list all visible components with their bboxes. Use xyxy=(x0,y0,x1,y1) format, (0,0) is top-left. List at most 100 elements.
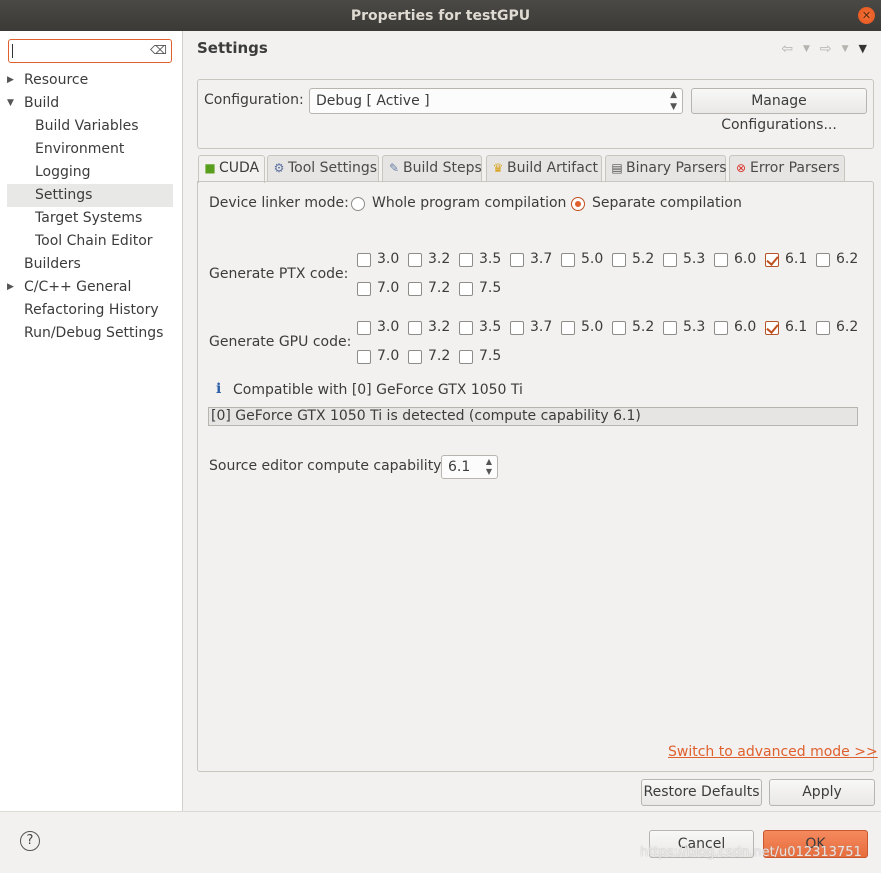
tree-item-build[interactable]: ▼ Build xyxy=(0,92,183,115)
ptx-version-label[interactable]: 3.5 xyxy=(479,251,501,267)
tree-item-label: Tool Chain Editor xyxy=(35,233,153,249)
collapse-arrow-icon[interactable]: ▼ xyxy=(7,92,14,115)
gpu-version-label[interactable]: 3.2 xyxy=(428,319,450,335)
separate-compilation-label[interactable]: Separate compilation xyxy=(592,195,742,211)
gpu-checkbox-3-7[interactable] xyxy=(510,321,524,335)
gpu-checkbox-7-0[interactable] xyxy=(357,350,371,364)
whole-program-label[interactable]: Whole program compilation xyxy=(372,195,566,211)
tree-item-label: Resource xyxy=(24,72,89,88)
ptx-checkbox-7-0[interactable] xyxy=(357,282,371,296)
tree-item-label: Build xyxy=(24,95,60,111)
ptx-checkbox-3-7[interactable] xyxy=(510,253,524,267)
tree-item-tool-chain-editor[interactable]: Tool Chain Editor xyxy=(0,230,183,253)
forward-arrow-icon[interactable]: ⇨ xyxy=(820,41,832,57)
separate-compilation-radio[interactable] xyxy=(571,197,585,211)
back-dropdown-icon[interactable]: ▼ xyxy=(803,41,810,57)
ptx-version-label[interactable]: 5.0 xyxy=(581,251,603,267)
expand-arrow-icon[interactable]: ▶ xyxy=(7,69,14,92)
gpu-checkbox-3-0[interactable] xyxy=(357,321,371,335)
ptx-checkbox-7-2[interactable] xyxy=(408,282,422,296)
gpu-version-label[interactable]: 6.2 xyxy=(836,319,858,335)
gpu-version-label[interactable]: 5.2 xyxy=(632,319,654,335)
ptx-checkbox-3-2[interactable] xyxy=(408,253,422,267)
history-nav: ⇦ ▼ ⇨ ▼ ▼ xyxy=(781,41,867,57)
tab-cuda[interactable]: ■ CUDA xyxy=(198,155,265,183)
ptx-version-label[interactable]: 7.2 xyxy=(428,280,450,296)
tab-error-parsers[interactable]: ⊗ Error Parsers xyxy=(729,155,845,181)
gpu-version-label[interactable]: 6.0 xyxy=(734,319,756,335)
tree-item-cpp-general[interactable]: ▶ C/C++ General xyxy=(0,276,183,299)
tree-item-target-systems[interactable]: Target Systems xyxy=(0,207,183,230)
ptx-checkbox-3-0[interactable] xyxy=(357,253,371,267)
gpu-checkbox-5-0[interactable] xyxy=(561,321,575,335)
back-arrow-icon[interactable]: ⇦ xyxy=(781,41,793,57)
gpu-checkbox-3-5[interactable] xyxy=(459,321,473,335)
close-icon[interactable]: ✕ xyxy=(858,7,875,24)
filter-input[interactable]: ⌫ xyxy=(8,39,172,63)
tree-item-run-debug-settings[interactable]: Run/Debug Settings xyxy=(0,322,183,345)
help-icon[interactable]: ? xyxy=(20,831,40,851)
gpu-checkbox-7-2[interactable] xyxy=(408,350,422,364)
tab-label: Tool Settings xyxy=(288,160,378,176)
tree-item-environment[interactable]: Environment xyxy=(0,138,183,161)
gpu-checkbox-7-5[interactable] xyxy=(459,350,473,364)
view-menu-icon[interactable]: ▼ xyxy=(859,41,867,57)
gpu-checkbox-5-3[interactable] xyxy=(663,321,677,335)
ptx-version-label[interactable]: 7.0 xyxy=(377,280,399,296)
ptx-version-label[interactable]: 6.2 xyxy=(836,251,858,267)
tree-item-refactoring-history[interactable]: Refactoring History xyxy=(0,299,183,322)
gpu-version-label[interactable]: 6.1 xyxy=(785,319,807,335)
ptx-version-label[interactable]: 3.2 xyxy=(428,251,450,267)
manage-configurations-button[interactable]: Manage Configurations... xyxy=(691,88,867,133)
ptx-version-label[interactable]: 5.3 xyxy=(683,251,705,267)
ptx-checkbox-3-5[interactable] xyxy=(459,253,473,267)
gpu-checkbox-5-2[interactable] xyxy=(612,321,626,335)
ptx-checkbox-5-2[interactable] xyxy=(612,253,626,267)
gpu-version-label[interactable]: 7.2 xyxy=(428,348,450,364)
gpu-version-label[interactable]: 7.0 xyxy=(377,348,399,364)
ptx-version-label[interactable]: 3.7 xyxy=(530,251,552,267)
gpu-version-label[interactable]: 3.0 xyxy=(377,319,399,335)
expand-arrow-icon[interactable]: ▶ xyxy=(7,276,14,299)
ptx-version-label[interactable]: 7.5 xyxy=(479,280,501,296)
gpu-checkbox-6-0[interactable] xyxy=(714,321,728,335)
ptx-checkbox-5-0[interactable] xyxy=(561,253,575,267)
ptx-checkbox-6-0[interactable] xyxy=(714,253,728,267)
gpu-version-label[interactable]: 5.3 xyxy=(683,319,705,335)
ptx-checkbox-7-5[interactable] xyxy=(459,282,473,296)
gpu-version-label[interactable]: 7.5 xyxy=(479,348,501,364)
advanced-mode-link[interactable]: Switch to advanced mode >> xyxy=(668,744,878,760)
gpu-version-label[interactable]: 3.7 xyxy=(530,319,552,335)
tab-binary-parsers[interactable]: ▤ Binary Parsers xyxy=(605,155,727,181)
ptx-version-label[interactable]: 6.1 xyxy=(785,251,807,267)
gpu-version-label[interactable]: 5.0 xyxy=(581,319,603,335)
ptx-checkbox-5-3[interactable] xyxy=(663,253,677,267)
clear-filter-icon[interactable]: ⌫ xyxy=(150,43,167,57)
tab-build-artifact[interactable]: ♛ Build Artifact xyxy=(486,155,602,181)
forward-dropdown-icon[interactable]: ▼ xyxy=(842,41,849,57)
tree-item-settings[interactable]: Settings xyxy=(7,184,173,207)
ptx-version-label[interactable]: 3.0 xyxy=(377,251,399,267)
apply-button[interactable]: Apply xyxy=(769,779,875,806)
tree-item-logging[interactable]: Logging xyxy=(0,161,183,184)
ptx-checkbox-6-1[interactable] xyxy=(765,253,779,267)
whole-program-radio[interactable] xyxy=(351,197,365,211)
tab-tool-settings[interactable]: ⚙ Tool Settings xyxy=(267,155,379,181)
configuration-select[interactable]: Debug [ Active ] ▲ ▼ xyxy=(309,88,683,114)
gpu-checkbox-6-1[interactable] xyxy=(765,321,779,335)
combo-updown-icon: ▲ ▼ xyxy=(670,90,677,112)
ptx-version-label[interactable]: 5.2 xyxy=(632,251,654,267)
ptx-checkbox-6-2[interactable] xyxy=(816,253,830,267)
tree-item-resource[interactable]: ▶ Resource xyxy=(0,69,183,92)
ptx-version-label[interactable]: 6.0 xyxy=(734,251,756,267)
restore-defaults-button[interactable]: Restore Defaults xyxy=(641,779,762,806)
spinner-updown-icon[interactable]: ▲ ▼ xyxy=(486,457,492,477)
gpu-checkbox-3-2[interactable] xyxy=(408,321,422,335)
tab-build-steps[interactable]: ✎ Build Steps xyxy=(382,155,482,181)
compute-capability-spinner[interactable]: 6.1 ▲ ▼ xyxy=(441,455,498,479)
gpu-checkbox-6-2[interactable] xyxy=(816,321,830,335)
tree-item-build-variables[interactable]: Build Variables xyxy=(0,115,183,138)
tree-item-builders[interactable]: Builders xyxy=(0,253,183,276)
gpu-version-label[interactable]: 3.5 xyxy=(479,319,501,335)
detected-gpu-field: [0] GeForce GTX 1050 Ti is detected (com… xyxy=(208,407,858,426)
